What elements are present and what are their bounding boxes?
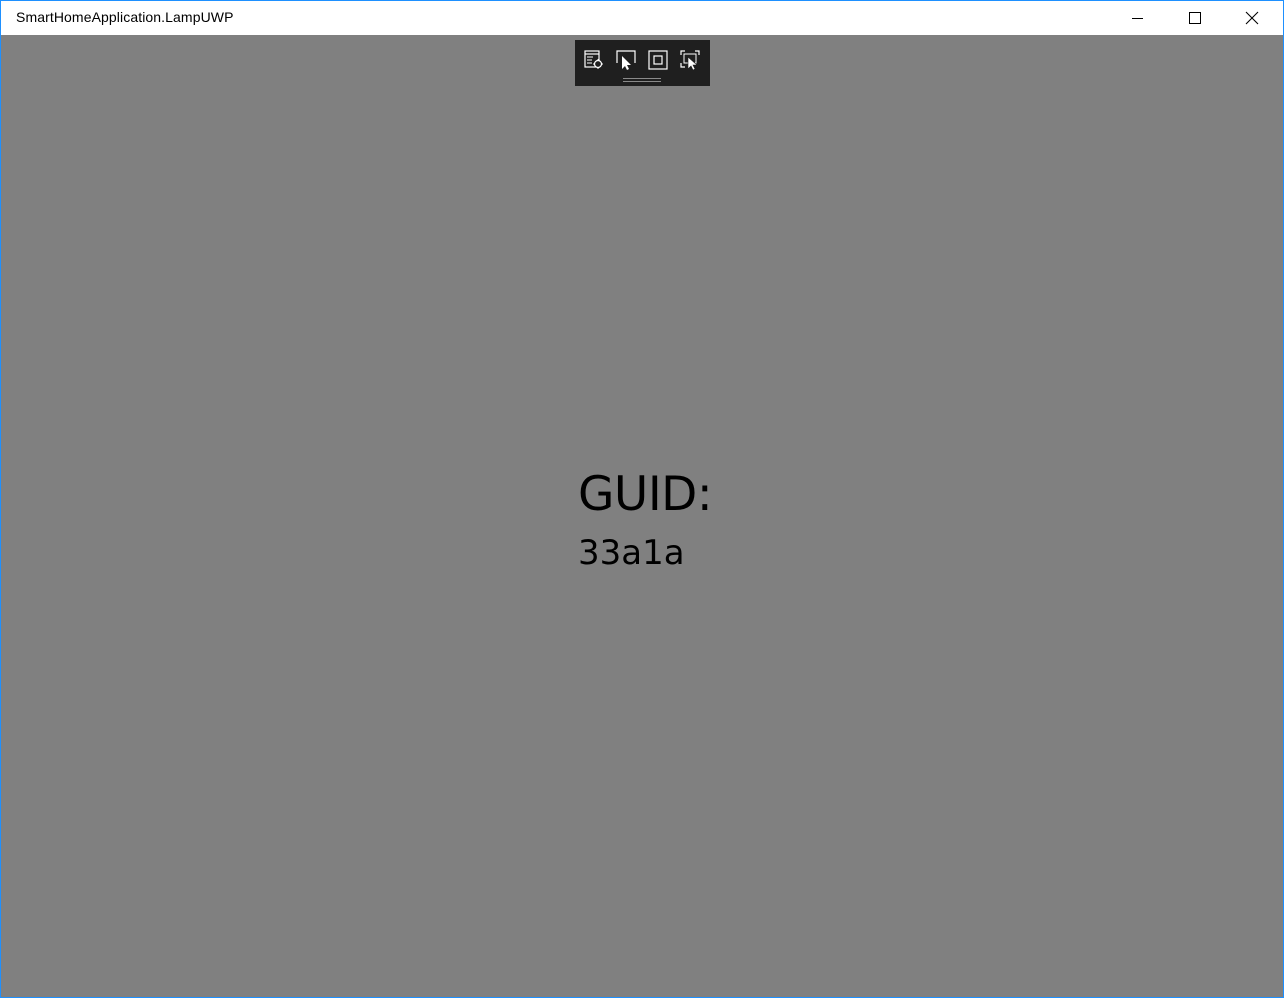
select-element-icon (616, 50, 636, 70)
app-window: SmartHomeApplication.LampUWP GUID: 33a1a (0, 0, 1284, 998)
live-visual-tree-icon (584, 50, 603, 69)
display-layout-adorners-button[interactable] (646, 48, 670, 72)
live-visual-tree-button[interactable] (582, 48, 606, 72)
display-layout-adorners-icon (648, 50, 668, 70)
maximize-icon (1189, 12, 1201, 24)
guid-label: GUID: (578, 467, 713, 522)
track-focused-element-button[interactable] (678, 48, 702, 72)
minimize-icon (1132, 18, 1143, 19)
close-icon (1245, 11, 1259, 25)
guid-value: 33a1a (578, 533, 685, 573)
track-focused-element-icon (680, 50, 700, 71)
toolbar-drag-handle[interactable] (623, 78, 661, 83)
page-content: GUID: 33a1a (1, 35, 1283, 997)
close-button[interactable] (1229, 1, 1275, 35)
select-element-button[interactable] (614, 48, 638, 72)
minimize-button[interactable] (1115, 1, 1161, 35)
maximize-button[interactable] (1172, 1, 1218, 35)
title-bar[interactable]: SmartHomeApplication.LampUWP (1, 1, 1283, 35)
xaml-debug-toolbar (575, 40, 710, 86)
window-title: SmartHomeApplication.LampUWP (16, 9, 234, 25)
